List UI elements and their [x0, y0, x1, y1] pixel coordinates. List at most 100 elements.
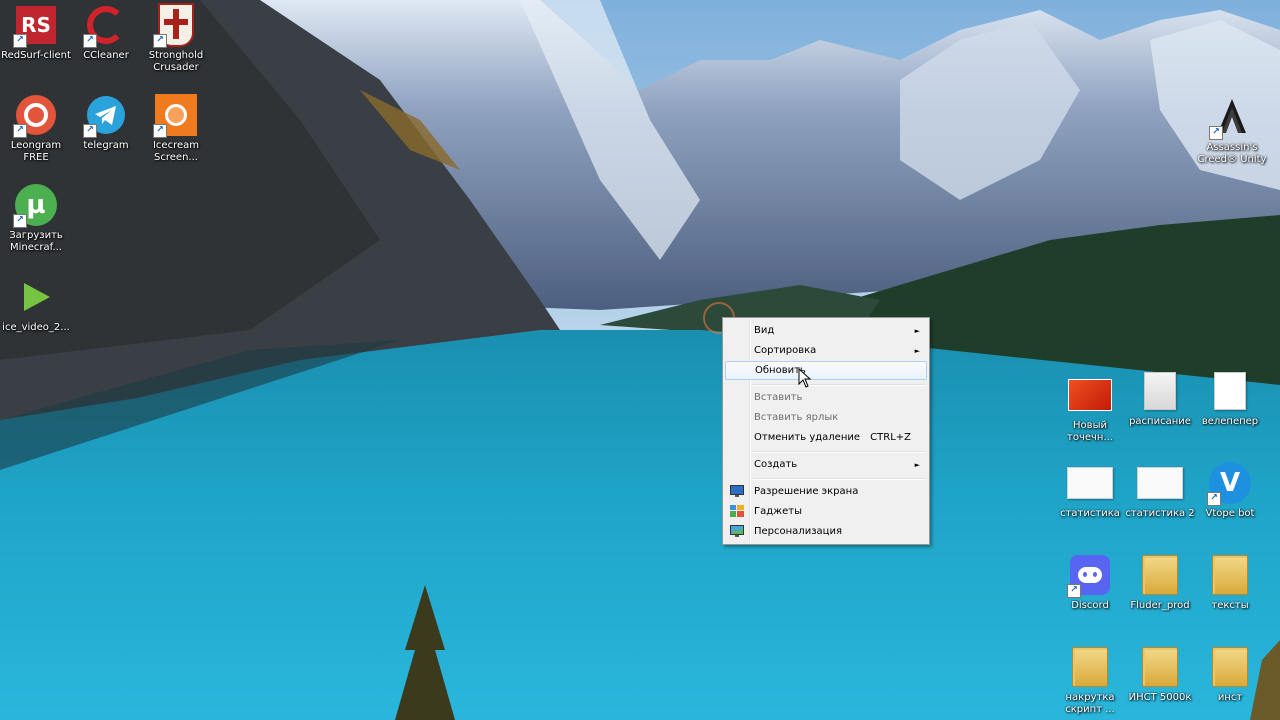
shortcut-arrow-icon: ↗: [1067, 584, 1081, 598]
icon-label: тексты: [1211, 600, 1249, 611]
menu-item-shortcut: CTRL+Z: [870, 432, 911, 443]
icon-label: Новый точечн...: [1067, 420, 1113, 443]
icon-label: инст: [1217, 692, 1243, 703]
menu-item-personalize[interactable]: Персонализация: [725, 522, 927, 541]
desktop-icon-fluder-prod[interactable]: Fluder_prod: [1124, 552, 1196, 612]
assassins-creed-icon: ↗: [1209, 94, 1255, 140]
shortcut-arrow-icon: ↗: [153, 124, 167, 138]
text-document-icon: [1207, 368, 1253, 414]
icon-label: Vtope bot: [1205, 508, 1255, 519]
desktop-icon-discord[interactable]: ↗ Discord: [1054, 552, 1126, 612]
open-book-icon: [1067, 460, 1113, 506]
open-book-icon: [1137, 460, 1183, 506]
icon-label: статистика 2: [1125, 508, 1195, 519]
menu-item-screen-resolution[interactable]: Разрешение экрана: [725, 482, 927, 501]
icon-label: Leongram FREE: [10, 140, 62, 163]
folder-icon: [1137, 552, 1183, 598]
shortcut-arrow-icon: ↗: [13, 34, 27, 48]
menu-separator: [753, 478, 925, 480]
desktop-icon-icecream[interactable]: ↗ Icecream Screen...: [140, 92, 212, 164]
shortcut-arrow-icon: ↗: [1207, 492, 1221, 506]
desktop-icon-new-bitmap[interactable]: Новый точечн...: [1054, 372, 1126, 444]
menu-item-view[interactable]: Вид ►: [725, 321, 927, 340]
desktop-icon-ccleaner[interactable]: ↗ CCleaner: [70, 2, 142, 62]
menu-item-label: Разрешение экрана: [754, 486, 859, 497]
icon-label: статистика: [1060, 508, 1120, 519]
desktop[interactable]: RS ↗ RedSurf-client ↗ CCleaner ↗ Strongh…: [0, 0, 1280, 720]
menu-item-label: Создать: [754, 459, 798, 470]
folder-icon: [1207, 552, 1253, 598]
desktop-icon-redsurf[interactable]: RS ↗ RedSurf-client: [0, 2, 72, 62]
shortcut-arrow-icon: ↗: [1209, 126, 1223, 140]
icon-label: Assassin's Creed® Unity: [1197, 142, 1267, 165]
desktop-icon-inst-5000k[interactable]: ИНСТ 5000к: [1124, 644, 1196, 704]
shortcut-arrow-icon: ↗: [83, 34, 97, 48]
desktop-icon-utorrent[interactable]: µ ↗ Загрузить Minecraf...: [0, 182, 72, 254]
folder-icon: [1207, 644, 1253, 690]
desktop-icon-assassins-creed[interactable]: ↗ Assassin's Creed® Unity: [1196, 94, 1268, 166]
menu-item-label: Вставить ярлык: [754, 412, 839, 423]
desktop-icon-stronghold[interactable]: ↗ Stronghold Crusader: [140, 2, 212, 74]
text-document-icon: [1137, 368, 1183, 414]
menu-item-paste[interactable]: Вставить: [725, 388, 927, 407]
telegram-icon: ↗: [83, 92, 129, 138]
desktop-icon-velepeper[interactable]: велепепер: [1194, 368, 1266, 428]
leongram-icon: ↗: [13, 92, 59, 138]
desktop-icon-statistika-2[interactable]: статистика 2: [1124, 460, 1196, 520]
menu-item-paste-shortcut[interactable]: Вставить ярлык: [725, 408, 927, 427]
icon-label: накрутка скрипт ...: [1065, 692, 1115, 715]
desktop-context-menu: Вид ► Сортировка ► Обновить Вставить Вст…: [722, 317, 930, 545]
folder-icon: [1067, 644, 1113, 690]
icon-label: Stronghold Crusader: [148, 50, 204, 73]
icon-label: RedSurf-client: [1, 50, 71, 61]
shortcut-arrow-icon: ↗: [153, 34, 167, 48]
menu-item-label: Вид: [754, 325, 775, 336]
shortcut-arrow-icon: ↗: [13, 214, 27, 228]
menu-item-label: Вставить: [754, 392, 803, 403]
menu-item-sort[interactable]: Сортировка ►: [725, 341, 927, 360]
mouse-cursor-icon: [798, 368, 812, 388]
desktop-icon-leongram[interactable]: ↗ Leongram FREE: [0, 92, 72, 164]
discord-icon: ↗: [1067, 552, 1113, 598]
icon-label: Загрузить Minecraf...: [9, 230, 63, 253]
desktop-icon-vtope-bot[interactable]: V ↗ Vtope bot: [1194, 460, 1266, 520]
gadgets-icon: [730, 505, 744, 517]
stronghold-icon: ↗: [153, 2, 199, 48]
desktop-icon-teksty[interactable]: тексты: [1194, 552, 1266, 612]
icon-label: ИНСТ 5000к: [1128, 692, 1192, 703]
desktop-icon-nakrutka[interactable]: накрутка скрипт ...: [1054, 644, 1126, 716]
menu-item-refresh[interactable]: Обновить: [725, 361, 927, 380]
video-play-icon: [13, 274, 59, 320]
vtope-icon: V ↗: [1207, 460, 1253, 506]
menu-item-create[interactable]: Создать ►: [725, 455, 927, 474]
icon-label: Discord: [1071, 600, 1109, 611]
folder-icon: [1137, 644, 1183, 690]
menu-item-label: Отменить удаление: [754, 432, 861, 443]
icecream-icon: ↗: [153, 92, 199, 138]
icon-label: CCleaner: [83, 50, 129, 61]
shortcut-arrow-icon: ↗: [83, 124, 97, 138]
menu-item-label: Сортировка: [754, 345, 817, 356]
icon-label: Fluder_prod: [1130, 600, 1190, 611]
redsurf-icon: RS ↗: [13, 2, 59, 48]
desktop-icon-telegram[interactable]: ↗ telegram: [70, 92, 142, 152]
utorrent-icon: µ ↗: [13, 182, 59, 228]
monitor-icon: [730, 485, 744, 497]
shortcut-arrow-icon: ↗: [13, 124, 27, 138]
menu-item-label: Персонализация: [754, 526, 842, 537]
menu-separator: [753, 451, 925, 453]
menu-item-label: Гаджеты: [754, 506, 803, 517]
icon-label: Icecream Screen...: [152, 140, 199, 163]
submenu-arrow-icon: ►: [914, 326, 920, 335]
menu-item-gadgets[interactable]: Гаджеты: [725, 502, 927, 521]
desktop-icon-ice-video[interactable]: ice_video_2...: [0, 274, 72, 334]
desktop-icon-inst[interactable]: инст: [1194, 644, 1266, 704]
ccleaner-icon: ↗: [83, 2, 129, 48]
bitmap-image-icon: [1067, 372, 1113, 418]
icon-label: telegram: [83, 140, 129, 151]
menu-item-undo-delete[interactable]: Отменить удаление CTRL+Z: [725, 428, 927, 447]
desktop-icon-raspisanie[interactable]: расписание: [1124, 368, 1196, 428]
desktop-icon-statistika[interactable]: статистика: [1054, 460, 1126, 520]
personalize-icon: [730, 525, 744, 537]
menu-separator: [753, 384, 925, 386]
